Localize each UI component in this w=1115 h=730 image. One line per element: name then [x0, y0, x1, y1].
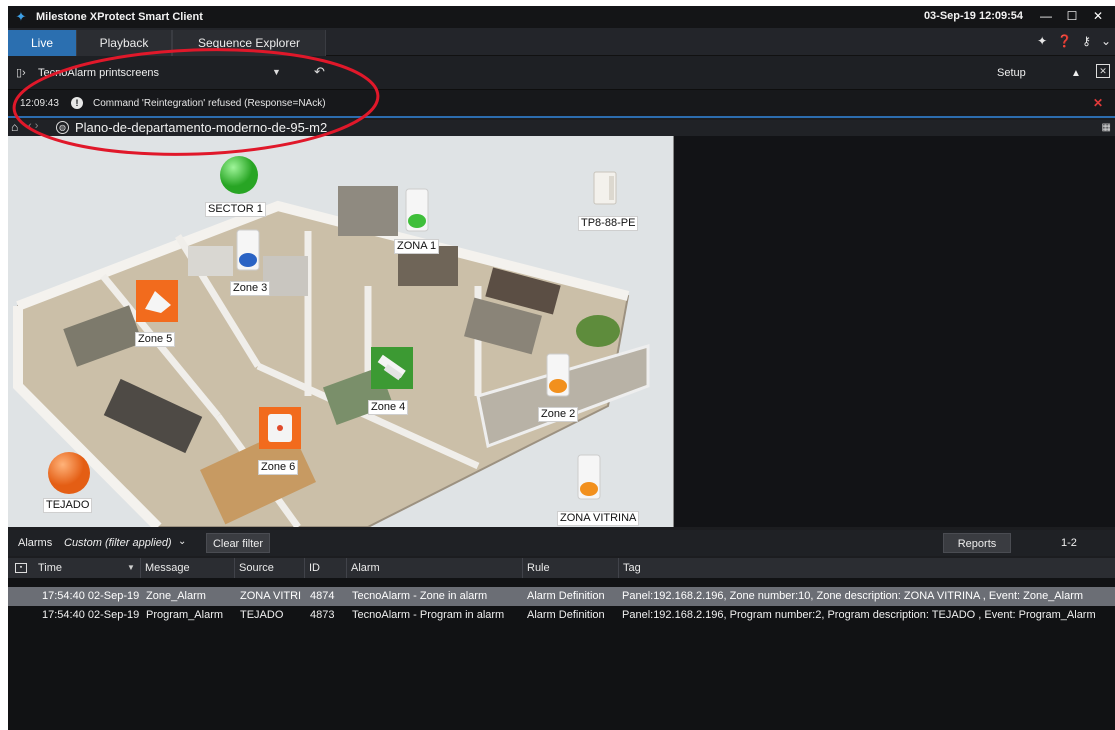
- column-header-source[interactable]: Source: [234, 558, 304, 578]
- zona-vitrina-detector-icon[interactable]: [576, 453, 602, 501]
- label-zone4: Zone 4: [368, 400, 409, 415]
- alarm-list-header: ▪ Time ▼ Message Source ID Alarm Rule Ta…: [8, 558, 1115, 578]
- main-tabs-bar: Live Playback Sequence Explorer ✦ ❓ ⚷ ⌄: [8, 28, 1115, 56]
- undo-icon[interactable]: ↶: [314, 64, 325, 80]
- top-icons: ✦ ❓ ⚷ ⌄: [1037, 34, 1111, 48]
- label-zone6: Zone 6: [258, 460, 299, 475]
- cell-alarm: TecnoAlarm - Program in alarm: [352, 609, 505, 621]
- zona1-detector-icon[interactable]: [404, 187, 430, 233]
- cell-source: ZONA VITRI: [240, 590, 302, 602]
- cell-id: 4874: [310, 590, 335, 602]
- zone6-contact-icon[interactable]: [258, 406, 302, 450]
- pin-icon[interactable]: ✦: [1037, 34, 1047, 48]
- cell-id: 4873: [310, 609, 335, 621]
- column-header-alarm[interactable]: Alarm: [346, 558, 522, 578]
- tab-playback[interactable]: Playback: [76, 30, 172, 56]
- chevron-down-icon[interactable]: ⌄: [1101, 34, 1111, 48]
- tab-sequence-explorer[interactable]: Sequence Explorer: [172, 30, 326, 56]
- column-header-rule[interactable]: Rule: [522, 558, 618, 578]
- empty-view-pane[interactable]: [674, 136, 1115, 527]
- label-tp8: TP8-88-PE: [578, 216, 639, 231]
- alarms-label: Alarms: [18, 537, 53, 549]
- title-bar: ✦ Milestone XProtect Smart Client 03-Sep…: [8, 6, 1115, 28]
- pane-toggle-icon[interactable]: ▯›: [16, 66, 26, 79]
- sort-caret-icon[interactable]: ▼: [127, 558, 135, 578]
- cell-tag: Panel:192.168.2.196, Zone number:10, Zon…: [622, 590, 1084, 602]
- tp8-device-icon[interactable]: [591, 170, 619, 206]
- key-icon[interactable]: ⚷: [1082, 34, 1091, 48]
- map-breadcrumb: ⌂ ‹ › ◍ Plano-de-departamento-moderno-de…: [8, 120, 1115, 136]
- minimize-button[interactable]: —: [1033, 7, 1059, 26]
- cell-time: 17:54:40 02-Sep-19: [42, 590, 140, 602]
- notification-bar: 12:09:43 ! Command 'Reintegration' refus…: [8, 90, 1115, 118]
- layout-grid-icon[interactable]: ▦: [1102, 122, 1111, 133]
- app-title: Milestone XProtect Smart Client: [36, 11, 203, 23]
- caret-down-icon[interactable]: ▼: [272, 67, 281, 77]
- column-header-time[interactable]: Time: [34, 558, 139, 578]
- zone3-detector-icon[interactable]: [235, 228, 261, 272]
- alarm-list: ▪ Time ▼ Message Source ID Alarm Rule Ta…: [8, 558, 1115, 730]
- column-header-id[interactable]: ID: [304, 558, 346, 578]
- tejado-sensor-icon[interactable]: [47, 451, 91, 495]
- alarm-range: 1-2: [1061, 537, 1077, 549]
- info-icon: !: [71, 97, 83, 109]
- label-sector1: SECTOR 1: [205, 202, 266, 217]
- chevron-up-icon[interactable]: ▲: [1071, 68, 1081, 79]
- table-row[interactable]: 17:54:40 02-Sep-19 Program_Alarm TEJADO …: [8, 606, 1115, 625]
- cell-message: Program_Alarm: [146, 609, 224, 621]
- cell-rule: Alarm Definition: [527, 590, 605, 602]
- column-header-tag[interactable]: Tag: [618, 558, 1115, 578]
- notification-time: 12:09:43: [20, 98, 59, 109]
- cell-message: Zone_Alarm: [146, 590, 206, 602]
- floorplan-image: [13, 186, 650, 527]
- view-selector[interactable]: TecnoAlarm printscreens: [38, 67, 159, 79]
- cell-tag: Panel:192.168.2.196, Program number:2, P…: [622, 609, 1096, 621]
- globe-icon: ◍: [56, 121, 69, 134]
- smart-client-window: ✦ Milestone XProtect Smart Client 03-Sep…: [8, 6, 1115, 730]
- zone2-detector-icon[interactable]: [545, 352, 571, 398]
- view-toolbar: ▯› TecnoAlarm printscreens ▼ ↶ Setup ▲ ✕: [8, 56, 1115, 90]
- image-icon[interactable]: ▪: [15, 563, 27, 573]
- cell-source: TEJADO: [240, 609, 284, 621]
- zone5-contact-icon[interactable]: [135, 279, 179, 323]
- map-title: Plano-de-departamento-moderno-de-95-m2: [75, 120, 328, 135]
- setup-button[interactable]: Setup: [997, 67, 1026, 79]
- cell-alarm: TecnoAlarm - Zone in alarm: [352, 590, 488, 602]
- label-zone3: Zone 3: [230, 281, 271, 296]
- alarm-filter-selector[interactable]: Custom (filter applied): [64, 537, 172, 549]
- fullscreen-icon[interactable]: ✕: [1096, 64, 1110, 78]
- column-header-message[interactable]: Message: [140, 558, 234, 578]
- reports-button[interactable]: Reports: [943, 533, 1011, 553]
- clear-filter-button[interactable]: Clear filter: [206, 533, 270, 553]
- help-icon[interactable]: ❓: [1057, 34, 1072, 48]
- notification-message: Command 'Reintegration' refused (Respons…: [93, 98, 326, 109]
- label-tejado: TEJADO: [43, 498, 93, 513]
- label-zona1: ZONA 1: [394, 239, 440, 254]
- maximize-button[interactable]: ☐: [1059, 7, 1085, 26]
- close-icon[interactable]: ✕: [1093, 96, 1103, 110]
- cell-time: 17:54:40 02-Sep-19: [42, 609, 140, 621]
- close-button[interactable]: ✕: [1085, 7, 1111, 26]
- home-icon[interactable]: ⌂: [11, 120, 18, 134]
- nav-arrows-icon[interactable]: ‹ ›: [28, 120, 38, 132]
- table-row[interactable]: 17:54:40 02-Sep-19 Zone_Alarm ZONA VITRI…: [8, 587, 1115, 606]
- milestone-logo-icon: ✦: [15, 9, 27, 24]
- zone4-contact-icon[interactable]: [370, 346, 414, 390]
- map-view[interactable]: SECTOR 1 TP8-88-PE ZONA 1 Zone 3 Zone 5 …: [8, 136, 674, 527]
- label-zone5: Zone 5: [135, 332, 176, 347]
- label-zone2: Zone 2: [538, 407, 579, 422]
- label-zona-vitrina: ZONA VITRINA: [557, 511, 640, 526]
- cell-rule: Alarm Definition: [527, 609, 605, 621]
- chevron-down-icon[interactable]: ⌄: [178, 536, 186, 547]
- alarms-toolbar: Alarms Custom (filter applied) ⌄ Clear f…: [8, 530, 1115, 556]
- tab-live[interactable]: Live: [8, 30, 76, 56]
- sector1-sensor-icon[interactable]: [218, 155, 260, 195]
- clock: 03-Sep-19 12:09:54: [923, 10, 1023, 22]
